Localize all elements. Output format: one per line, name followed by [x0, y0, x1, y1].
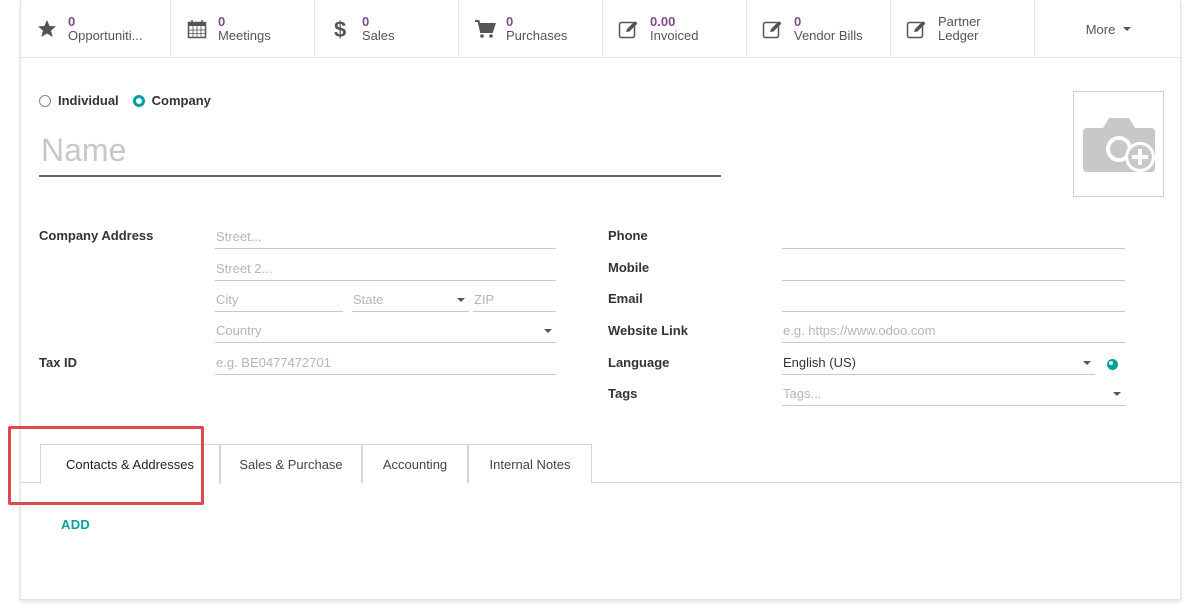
partner-ledger-label: Partner: [938, 14, 981, 29]
tab-sales-purchase[interactable]: Sales & Purchase: [220, 444, 362, 483]
company-label: Company: [151, 93, 211, 108]
opportunities-label: Opportuniti...: [68, 28, 143, 43]
opportunities-count: 0: [68, 14, 76, 29]
caret-down-icon: [544, 329, 552, 333]
tags-label: Tags: [608, 386, 638, 401]
phone-label: Phone: [608, 228, 648, 243]
mobile-label: Mobile: [608, 260, 650, 275]
smart-button-bar: 0 Opportuniti... 0 Meetings $ 0 Sales 0 …: [21, 0, 1182, 58]
individual-radio[interactable]: [39, 94, 51, 107]
country-placeholder: Country: [216, 323, 262, 338]
edit-icon: [761, 17, 785, 41]
caret-down-icon: [1113, 392, 1121, 396]
caret-down-icon: [1123, 27, 1132, 31]
edit-icon: [905, 17, 929, 41]
globe-icon[interactable]: [1107, 359, 1118, 370]
calendar-icon: [185, 17, 209, 41]
tab-accounting[interactable]: Accounting: [362, 444, 468, 483]
more-label: More: [1085, 21, 1116, 37]
city-input[interactable]: [215, 288, 343, 312]
sales-count: 0: [362, 14, 370, 29]
sales-label: Sales: [362, 28, 395, 43]
star-icon: [35, 17, 59, 41]
tab-internal-notes[interactable]: Internal Notes: [468, 444, 592, 483]
email-label: Email: [608, 291, 643, 306]
edit-icon: [617, 17, 641, 41]
sales-button[interactable]: $ 0 Sales: [315, 0, 459, 58]
dollar-icon: $: [329, 17, 353, 41]
add-contact-button[interactable]: ADD: [61, 517, 90, 532]
email-input[interactable]: [782, 288, 1125, 312]
zip-input[interactable]: [473, 288, 556, 312]
camera-plus-icon: [1082, 118, 1155, 172]
opportunities-button[interactable]: 0 Opportuniti...: [21, 0, 171, 58]
individual-option[interactable]: Individual: [39, 93, 119, 108]
vendor-bills-count: 0: [794, 14, 802, 29]
tab-contacts-addresses[interactable]: Contacts & Addresses: [40, 444, 220, 484]
meetings-count: 0: [218, 14, 226, 29]
state-placeholder: State: [353, 292, 384, 307]
tags-select[interactable]: Tags...: [782, 382, 1125, 406]
state-select[interactable]: State: [352, 288, 469, 312]
photo-upload[interactable]: [1073, 91, 1164, 197]
svg-text:$: $: [334, 17, 346, 41]
invoiced-label: Invoiced: [650, 28, 699, 43]
company-address-label: Company Address: [39, 228, 154, 243]
street-input[interactable]: [215, 225, 556, 249]
company-option[interactable]: Company: [132, 93, 211, 108]
meetings-label: Meetings: [218, 28, 271, 43]
language-value: English (US): [783, 355, 856, 370]
caret-down-icon: [1083, 361, 1091, 365]
mobile-input[interactable]: [782, 257, 1125, 281]
website-label: Website Link: [608, 323, 688, 338]
purchases-count: 0: [506, 14, 514, 29]
tax-id-input[interactable]: [215, 351, 556, 375]
company-type-selector: Individual Company: [39, 93, 225, 108]
website-input[interactable]: [782, 319, 1125, 343]
tax-id-label: Tax ID: [39, 355, 78, 370]
notebook-tabs: Contacts & Addresses Sales & Purchase Ac…: [21, 444, 1182, 484]
purchases-button[interactable]: 0 Purchases: [459, 0, 603, 58]
more-button[interactable]: More: [1035, 0, 1182, 58]
individual-label: Individual: [58, 93, 119, 108]
street2-input[interactable]: [215, 257, 556, 281]
language-select[interactable]: English (US): [782, 351, 1095, 375]
invoiced-button[interactable]: 0.00 Invoiced: [603, 0, 747, 58]
partner-ledger-button[interactable]: Partner Ledger: [891, 0, 1035, 58]
country-select[interactable]: Country: [215, 319, 556, 343]
meetings-button[interactable]: 0 Meetings: [171, 0, 315, 58]
tags-placeholder: Tags...: [783, 386, 822, 401]
partner-form-sheet: 0 Opportuniti... 0 Meetings $ 0 Sales 0 …: [20, 0, 1182, 600]
partner-ledger-label-2: Ledger: [938, 28, 979, 43]
phone-input[interactable]: [782, 225, 1125, 249]
cart-icon: [473, 17, 497, 41]
name-input[interactable]: [39, 125, 721, 177]
caret-down-icon: [457, 298, 465, 302]
invoiced-amount: 0.00: [650, 14, 676, 29]
language-label: Language: [608, 355, 670, 370]
vendor-bills-label: Vendor Bills: [794, 28, 863, 43]
purchases-label: Purchases: [506, 28, 568, 43]
company-radio[interactable]: [132, 94, 145, 107]
vendor-bills-button[interactable]: 0 Vendor Bills: [747, 0, 891, 58]
